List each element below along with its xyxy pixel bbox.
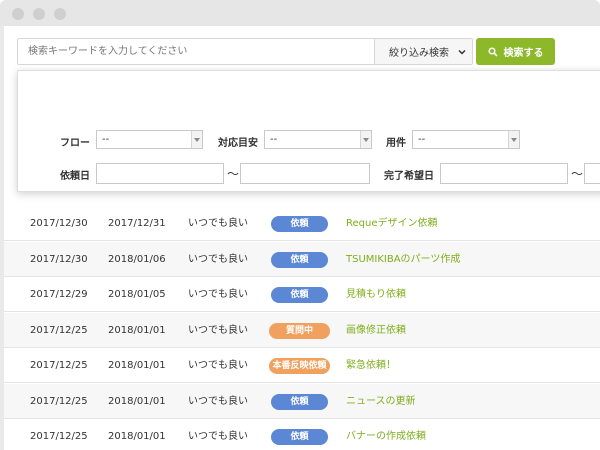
- search-input[interactable]: [18, 39, 374, 64]
- request-title-link[interactable]: Requeデザイン依頼: [346, 206, 438, 241]
- matter-select-value: --: [418, 134, 426, 145]
- browser-window: 絞り込み検索 検索する フロー -- 対応目安 -- 用件 --: [0, 0, 600, 450]
- status-badge: 依頼: [271, 251, 328, 268]
- table-row[interactable]: 2017/12/25 2018/01/01 いつでも良い 依頼 ニュースの更新: [4, 383, 600, 419]
- window-minimize-dot[interactable]: [33, 8, 45, 20]
- select-arrow-icon: [508, 131, 519, 148]
- refine-search-label: 絞り込み検索: [389, 48, 449, 59]
- status-badge: 依頼: [271, 429, 328, 445]
- target-cell: いつでも良い: [188, 253, 248, 265]
- request-date-cell: 2017/12/25: [30, 324, 88, 336]
- range-separator: 〜: [227, 167, 240, 181]
- refine-search-dropdown[interactable]: 絞り込み検索: [374, 39, 472, 64]
- target-cell: いつでも良い: [188, 395, 248, 407]
- status-badge: 依頼: [271, 287, 328, 303]
- request-date-cell: 2017/12/30: [30, 218, 88, 229]
- request-title-link[interactable]: バナーの作成依頼: [346, 419, 426, 450]
- target-cell: いつでも良い: [188, 218, 248, 229]
- search-button-label: 検索する: [503, 48, 544, 59]
- request-date-to-input[interactable]: [240, 163, 370, 184]
- request-date-cell: 2017/12/30: [30, 253, 88, 265]
- due-date-cell: 2018/01/01: [108, 360, 166, 371]
- due-date-cell: 2018/01/05: [108, 289, 166, 300]
- table-row[interactable]: 2017/12/29 2018/01/05 いつでも良い 依頼 見積もり依頼: [4, 277, 600, 312]
- request-date-cell: 2017/12/29: [30, 289, 88, 300]
- chevron-down-icon: [458, 49, 466, 55]
- request-date-cell: 2017/12/25: [30, 395, 88, 407]
- request-title-link[interactable]: ニュースの更新: [346, 384, 416, 419]
- search-button[interactable]: 検索する: [476, 38, 555, 65]
- request-title-link[interactable]: 緊急依頼！: [346, 348, 396, 383]
- status-badge: 依頼: [271, 216, 328, 232]
- flow-label: フロー: [60, 138, 90, 149]
- table-row[interactable]: 2017/12/25 2018/01/01 いつでも良い 本番反映依頼 緊急依頼！: [4, 348, 600, 383]
- search-icon: [487, 46, 498, 57]
- due-date-label: 完了希望日: [384, 171, 434, 182]
- matter-label: 用件: [386, 138, 406, 149]
- range-separator: 〜: [571, 167, 584, 181]
- flow-select-value: --: [102, 134, 110, 145]
- request-date-cell: 2017/12/25: [30, 360, 88, 371]
- request-date-from-input[interactable]: [96, 163, 224, 184]
- request-date-cell: 2017/12/25: [30, 431, 88, 442]
- table-row[interactable]: 2017/12/25 2018/01/01 いつでも良い 質問中 画像修正依頼: [4, 312, 600, 348]
- flow-select[interactable]: --: [96, 130, 203, 149]
- request-title-link[interactable]: TSUMIKIBAのパーツ作成: [346, 242, 460, 277]
- select-arrow-icon: [191, 131, 202, 148]
- due-date-cell: 2018/01/01: [108, 395, 166, 407]
- due-date-cell: 2018/01/01: [108, 431, 166, 442]
- status-badge: 依頼: [271, 393, 328, 410]
- table-row[interactable]: 2017/12/30 2018/01/06 いつでも良い 依頼 TSUMIKIBAのパー…: [4, 241, 600, 277]
- due-date-cell: 2018/01/01: [108, 324, 166, 336]
- window-close-dot[interactable]: [12, 8, 24, 20]
- status-badge: 本番反映依頼: [269, 358, 330, 374]
- request-title-link[interactable]: 画像修正依頼: [346, 313, 406, 348]
- window-titlebar: [0, 0, 600, 26]
- request-date-label: 依頼日: [60, 171, 90, 182]
- target-select[interactable]: --: [264, 130, 372, 149]
- due-date-cell: 2018/01/06: [108, 253, 166, 265]
- table-row[interactable]: 2017/12/30 2017/12/31 いつでも良い 依頼 Requeデザイン依頼: [4, 206, 600, 241]
- table-row[interactable]: 2017/12/25 2018/01/01 いつでも良い 依頼 バナーの作成依頼: [4, 419, 600, 450]
- matter-select[interactable]: --: [412, 130, 520, 149]
- target-cell: いつでも良い: [188, 431, 248, 442]
- status-badge: 質問中: [269, 322, 330, 339]
- request-title-link[interactable]: 見積もり依頼: [346, 277, 406, 312]
- due-date-to-input[interactable]: [584, 163, 600, 184]
- target-cell: いつでも良い: [188, 289, 248, 300]
- target-cell: いつでも良い: [188, 324, 248, 336]
- search-box: 絞り込み検索: [17, 38, 473, 65]
- filter-panel: フロー -- 対応目安 -- 用件 -- 依頼日 〜 完了希望日 〜: [17, 70, 600, 192]
- page-content: 絞り込み検索 検索する フロー -- 対応目安 -- 用件 --: [4, 26, 600, 450]
- due-date-cell: 2017/12/31: [108, 218, 166, 229]
- target-select-value: --: [270, 134, 278, 145]
- due-date-from-input[interactable]: [440, 163, 568, 184]
- target-cell: いつでも良い: [188, 360, 248, 371]
- select-arrow-icon: [360, 131, 371, 148]
- target-label: 対応目安: [218, 138, 258, 149]
- window-maximize-dot[interactable]: [54, 8, 66, 20]
